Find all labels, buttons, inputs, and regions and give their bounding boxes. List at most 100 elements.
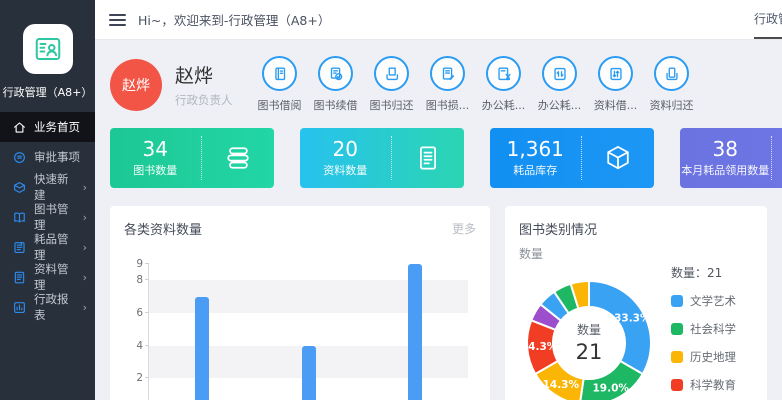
shortcut-return-icon <box>374 56 409 91</box>
shortcut-renew-icon <box>318 56 353 91</box>
sidebar-item-label: 图书管理 <box>34 201 76 233</box>
sidebar-item-label: 业务首页 <box>34 119 80 135</box>
shortcut-book-renew[interactable]: 图书续借 <box>312 56 359 113</box>
shortcut-damage-icon <box>430 56 465 91</box>
legend-swatch <box>671 379 683 391</box>
app-window: 行政管理（A8+） 业务首页审批事项快速新建›图书管理›耗品管理›资料管理›行政… <box>0 0 782 400</box>
stat-card-book-count[interactable]: 34 图书数量 <box>110 128 274 188</box>
cube-icon <box>12 180 27 195</box>
profile-info: 赵烨 行政负责人 <box>175 61 233 108</box>
stat-cards-row: 34图书数量20资料数量1,361耗品库存38本月耗品领用数量 <box>110 128 767 188</box>
pie-legend-items: 文学艺术社会科学历史地理科学教育哲学宗教 <box>671 293 736 400</box>
shortcut-book-damage[interactable]: 图书损... <box>424 56 471 113</box>
y-tick-mark <box>145 345 149 346</box>
shortcut-doc-borrow[interactable]: 资料借... <box>592 56 639 113</box>
user-role: 行政负责人 <box>175 92 233 108</box>
chevron-right-icon: › <box>83 242 87 253</box>
pie-percent-label: 33.3% <box>614 312 651 324</box>
sidebar: 行政管理（A8+） 业务首页审批事项快速新建›图书管理›耗品管理›资料管理›行政… <box>0 0 95 400</box>
sidebar-item-books[interactable]: 图书管理› <box>0 202 95 232</box>
shortcut-office-consume-2[interactable]: 办公耗... <box>536 56 583 113</box>
more-link[interactable]: 更多 <box>452 220 476 237</box>
bar-chart-plot: 024689员工证件档案资料公司证照 <box>148 264 468 400</box>
pie-percent-label: 14.3% <box>543 378 580 390</box>
app-logo-icon <box>23 24 73 74</box>
book-icon <box>12 210 27 225</box>
shortcut-label: 资料借... <box>594 97 638 113</box>
sidebar-item-docs[interactable]: 资料管理› <box>0 262 95 292</box>
donut-chart: 33.3%19.0%14.3%14.3% 数量 21 <box>519 273 659 400</box>
bar-档案资料 <box>302 346 316 400</box>
legend-label: 文学艺术 <box>690 293 736 309</box>
donut-svg: 33.3%19.0%14.3%14.3% <box>519 273 659 400</box>
donut-area: 33.3%19.0%14.3%14.3% 数量 21 数量：21 文学艺术社会科… <box>519 264 753 400</box>
stat-label: 资料数量 <box>300 162 391 178</box>
doc-lines-icon <box>392 142 464 174</box>
legend-item-2[interactable]: 历史地理 <box>671 349 736 365</box>
shortcut-doc-return[interactable]: 资料归还 <box>648 56 695 113</box>
docs-icon <box>12 270 27 285</box>
sidebar-item-home[interactable]: 业务首页 <box>0 112 95 142</box>
tab-active[interactable]: 行政管理（A8+） <box>754 0 782 40</box>
welcome-text: Hi~，欢迎来到-行政管理（A8+） <box>138 10 330 29</box>
stat-card-text: 1,361耗品库存 <box>490 138 581 178</box>
shortcut-book-borrow[interactable]: 图书借阅 <box>256 56 303 113</box>
cube3d-icon <box>582 142 654 174</box>
content: 赵烨 赵烨 行政负责人 图书借阅图书续借图书归还图书损... 办公耗... 办公耗.… <box>95 40 782 400</box>
menu-toggle-icon[interactable] <box>109 14 126 26</box>
shortcut-label: 图书损... <box>426 97 470 113</box>
chevron-right-icon: › <box>83 302 87 313</box>
y-axis-tick: 6 <box>136 307 143 319</box>
stat-label: 耗品库存 <box>490 162 581 178</box>
cube3d-icon <box>772 142 782 174</box>
sidebar-item-create[interactable]: 快速新建› <box>0 172 95 202</box>
user-name: 赵烨 <box>175 61 233 88</box>
charts-row: 各类资料数量 更多 024689员工证件档案资料公司证照 图书类别情况 数量 3… <box>110 206 767 400</box>
legend-swatch <box>671 351 683 363</box>
shortcut-label: 办公耗... <box>538 97 582 113</box>
sidebar-item-label: 耗品管理 <box>34 231 76 263</box>
y-tick-mark <box>145 263 149 264</box>
legend-item-3[interactable]: 科学教育 <box>671 377 736 393</box>
shortcut-label: 图书借阅 <box>258 97 302 113</box>
stat-card-monthly-usage[interactable]: 38本月耗品领用数量 <box>680 128 782 188</box>
profile-row: 赵烨 赵烨 行政负责人 图书借阅图书续借图书归还图书损... 办公耗... 办公耗.… <box>110 56 767 113</box>
stat-card-doc-count[interactable]: 20资料数量 <box>300 128 464 188</box>
legend-item-0[interactable]: 文学艺术 <box>671 293 736 309</box>
sidebar-item-approval[interactable]: 审批事项 <box>0 142 95 172</box>
pie-legend: 数量：21 文学艺术社会科学历史地理科学教育哲学宗教 <box>671 264 736 400</box>
bar-chart-header: 各类资料数量 更多 <box>124 219 476 238</box>
y-axis-tick: 9 <box>136 258 143 270</box>
supplies-icon <box>12 240 27 255</box>
topbar: Hi~，欢迎来到-行政管理（A8+） 行政管理（A8+） <box>95 0 782 40</box>
stat-card-text: 34 图书数量 <box>110 138 201 178</box>
sidebar-item-label: 行政报表 <box>34 291 76 323</box>
legend-label: 社会科学 <box>690 321 736 337</box>
shortcut-label: 资料归还 <box>650 97 694 113</box>
stat-label: 图书数量 <box>110 162 201 178</box>
y-tick-mark <box>145 279 149 280</box>
sidebar-item-reports[interactable]: 行政报表 › <box>0 292 95 322</box>
shortcut-label: 图书归还 <box>370 97 414 113</box>
shortcut-actions: 图书借阅图书续借图书归还图书损... 办公耗... 办公耗... 资料借... 资料归还 <box>256 56 695 113</box>
bar-公司证照 <box>408 264 422 400</box>
books-stack-icon <box>202 142 274 174</box>
legend-item-1[interactable]: 社会科学 <box>671 321 736 337</box>
y-tick-mark <box>145 377 149 378</box>
stat-value: 34 <box>110 138 201 160</box>
y-axis-tick: 8 <box>136 274 143 286</box>
pie-chart-subtitle: 数量 <box>519 245 753 262</box>
sidebar-item-label: 快速新建 <box>34 171 76 203</box>
y-tick-mark <box>145 312 149 313</box>
home-icon <box>12 120 27 135</box>
shortcut-doc-icon <box>262 56 297 91</box>
sidebar-item-label: 审批事项 <box>34 149 80 165</box>
legend-swatch <box>671 323 683 335</box>
sidebar-item-supplies[interactable]: 耗品管理 › <box>0 232 95 262</box>
stat-card-supply-stock[interactable]: 1,361耗品库存 <box>490 128 654 188</box>
shortcut-office-consume-1[interactable]: 办公耗... <box>480 56 527 113</box>
stat-label: 本月耗品领用数量 <box>680 162 771 178</box>
shortcut-label: 图书续借 <box>314 97 358 113</box>
shortcut-book-return[interactable]: 图书归还 <box>368 56 415 113</box>
y-axis-tick: 2 <box>136 372 143 384</box>
